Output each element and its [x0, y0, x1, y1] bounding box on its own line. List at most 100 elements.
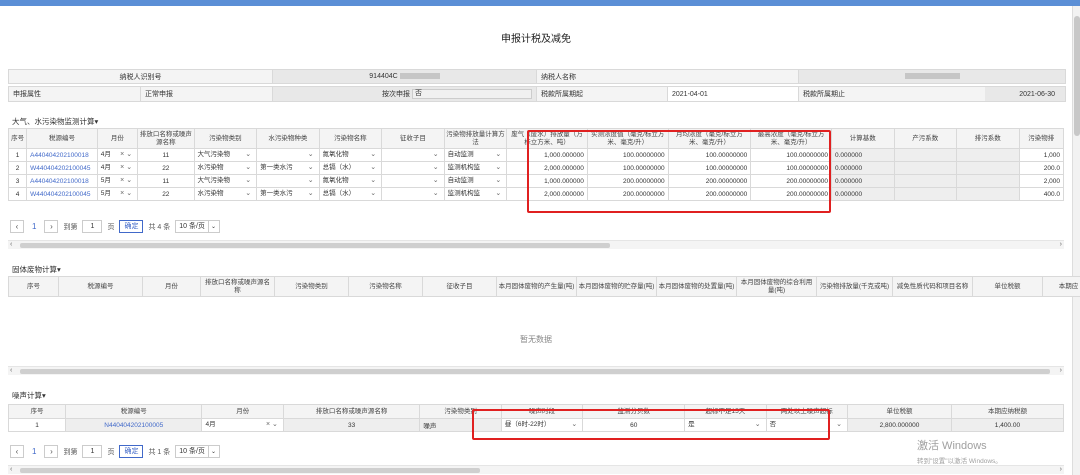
water-type-select[interactable]: ⌄	[260, 150, 316, 160]
month-select[interactable]: 5月 × ⌄	[101, 176, 134, 186]
water-type-select[interactable]: ⌄	[260, 176, 316, 186]
horizontal-scrollbar[interactable]: ‹ ›	[8, 366, 1064, 375]
method-select[interactable]: 自动监测 ⌄	[448, 150, 504, 160]
under-15-days-select[interactable]: 是 ⌄	[688, 420, 762, 430]
emission-input[interactable]: 1,000.000000	[506, 148, 588, 162]
page-input[interactable]: 1	[82, 220, 103, 233]
scroll-right-icon[interactable]: ›	[1060, 367, 1062, 374]
category-select[interactable]: 水污染物 ⌄	[198, 163, 254, 173]
month-select[interactable]: 4月 × ⌄	[101, 163, 134, 173]
max-input[interactable]: 200.00000000	[750, 174, 832, 188]
emission-input[interactable]: 2,000.000000	[506, 187, 588, 201]
caret-down-icon: ▾	[94, 117, 99, 126]
horizontal-scrollbar[interactable]: ‹ ›	[8, 465, 1064, 474]
chevron-down-icon: ⌄	[571, 421, 578, 428]
item-select[interactable]: ⌄	[385, 163, 441, 173]
chevron-down-icon: ⌄	[836, 421, 843, 428]
scrollbar-thumb[interactable]	[1074, 16, 1080, 136]
multi-noise-select[interactable]: 否 ⌄	[770, 420, 844, 430]
method-select[interactable]: 监测机构监 ⌄	[448, 189, 504, 199]
next-page-button[interactable]: ›	[44, 445, 59, 458]
scrollbar-thumb[interactable]	[20, 468, 480, 473]
chevron-down-icon: ⌄	[370, 190, 377, 197]
clear-chevron-icon: × ⌄	[120, 177, 133, 184]
avg-input[interactable]: 100.00000000	[667, 161, 752, 175]
item-select[interactable]: ⌄	[385, 150, 441, 160]
horizontal-scrollbar[interactable]: ‹ ›	[8, 240, 1064, 249]
source-link[interactable]: W440404202100045	[26, 187, 98, 201]
method-select[interactable]: 自动监测 ⌄	[448, 176, 504, 186]
by-period-select[interactable]: 否	[412, 89, 532, 100]
max-input[interactable]: 100.00000000	[750, 161, 832, 175]
pollutant-select[interactable]: 氮氧化物 ⌄	[323, 150, 379, 160]
col-header: 实测浓度值（毫克/标立方米、毫克/升）	[586, 128, 669, 149]
month-select[interactable]: 4月 × ⌄	[205, 420, 279, 430]
solid-section-title[interactable]: 固体废物计算▾	[12, 264, 61, 275]
table-row: 3 A440404202100018 5月 × ⌄ 11 大气污染物 ⌄ ⌄ 氮氧化…	[7, 174, 1065, 188]
air-water-section-title[interactable]: 大气、水污染物监测计算▾	[12, 116, 98, 127]
col-header: 单位税额	[972, 276, 1043, 297]
page-input[interactable]: 1	[82, 445, 103, 458]
category-select[interactable]: 大气污染物 ⌄	[198, 150, 254, 160]
max-input[interactable]: 200.00000000	[750, 187, 832, 201]
item-select[interactable]: ⌄	[385, 176, 441, 186]
page-size-select[interactable]: 10 条/页 ⌄	[175, 220, 220, 233]
max-input[interactable]: 100.00000000	[750, 148, 832, 162]
category-select[interactable]: 大气污染物 ⌄	[198, 176, 254, 186]
noise-period-select[interactable]: 昼（6时-22时） ⌄	[505, 420, 579, 430]
pollutant-select[interactable]: 总镉（水） ⌄	[323, 189, 379, 199]
emission-input[interactable]: 2,000.000000	[506, 161, 588, 175]
avg-input[interactable]: 200.00000000	[667, 174, 752, 188]
source-link[interactable]: N440404202100005	[65, 418, 203, 432]
chevron-down-icon: ⌄	[370, 151, 377, 158]
col-header: 超标不足15天	[684, 404, 767, 419]
current-page[interactable]: 1	[32, 447, 36, 456]
scroll-left-icon[interactable]: ‹	[10, 466, 12, 473]
chevron-down-icon: ⌄	[307, 190, 314, 197]
avg-input[interactable]: 100.00000000	[667, 148, 752, 162]
noise-section-title[interactable]: 噪声计算▾	[12, 390, 46, 401]
measured-input[interactable]: 200.00000000	[586, 174, 669, 188]
source-link[interactable]: W440404202100045	[26, 161, 98, 175]
prev-page-button[interactable]: ‹	[10, 445, 24, 458]
col-header: 税源编号	[58, 276, 143, 297]
scroll-left-icon[interactable]: ‹	[10, 367, 12, 374]
confirm-button[interactable]: 确定	[119, 445, 144, 458]
vertical-scrollbar[interactable]	[1072, 6, 1080, 475]
item-select[interactable]: ⌄	[385, 189, 441, 199]
page-size-select[interactable]: 10 条/页 ⌄	[175, 445, 220, 458]
table-row: 2 W440404202100045 4月 × ⌄ 22 水污染物 ⌄ 第一类水污 ⌄…	[7, 161, 1065, 175]
water-type-select[interactable]: 第一类水污 ⌄	[260, 189, 316, 199]
chevron-down-icon: ⌄	[307, 164, 314, 171]
measured-input[interactable]: 100.00000000	[586, 161, 669, 175]
scroll-right-icon[interactable]: ›	[1060, 241, 1062, 248]
measured-input[interactable]: 200.00000000	[586, 187, 669, 201]
col-header: 序号	[8, 276, 59, 297]
confirm-button[interactable]: 确定	[119, 220, 144, 233]
method-select[interactable]: 监测机构监 ⌄	[448, 163, 504, 173]
category-select[interactable]: 水污染物 ⌄	[198, 189, 254, 199]
month-select[interactable]: 5月 × ⌄	[101, 189, 134, 199]
col-header: 噪声时段	[500, 404, 584, 419]
source-link[interactable]: A440404202100018	[26, 174, 98, 188]
next-page-button[interactable]: ›	[44, 220, 59, 233]
chevron-down-icon: ⌄	[754, 421, 761, 428]
measured-input[interactable]: 100.00000000	[586, 148, 669, 162]
source-link[interactable]: A440404202100018	[26, 148, 98, 162]
scroll-left-icon[interactable]: ‹	[10, 241, 12, 248]
windows-activation-watermark: 激活 Windows 转到"设置"以激活 Windows。	[917, 437, 1002, 465]
avg-input[interactable]: 200.00000000	[667, 187, 752, 201]
prev-page-button[interactable]: ‹	[10, 220, 24, 233]
scrollbar-thumb[interactable]	[20, 369, 1050, 374]
decibel-input[interactable]: 60	[582, 418, 686, 432]
month-select[interactable]: 4月 × ⌄	[101, 150, 134, 160]
scroll-right-icon[interactable]: ›	[1060, 466, 1062, 473]
scrollbar-thumb[interactable]	[20, 243, 610, 248]
pollutant-select[interactable]: 总镉（水） ⌄	[323, 163, 379, 173]
chevron-down-icon: ⌄	[495, 151, 502, 158]
water-type-select[interactable]: 第一类水污 ⌄	[260, 163, 316, 173]
col-header: 征收子目	[422, 276, 497, 297]
pollutant-select[interactable]: 氮氧化物 ⌄	[323, 176, 379, 186]
emission-input[interactable]: 1,000.000000	[506, 174, 588, 188]
current-page[interactable]: 1	[32, 222, 36, 231]
